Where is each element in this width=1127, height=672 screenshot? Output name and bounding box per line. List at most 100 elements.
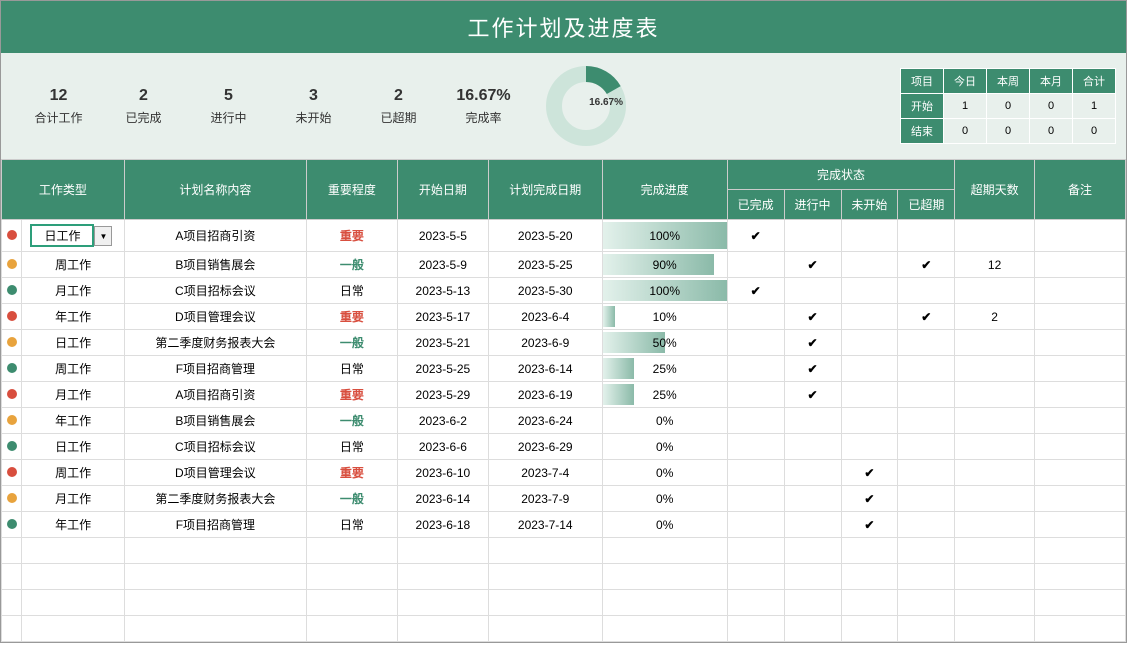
overdue-days-cell[interactable] [955, 512, 1035, 538]
start-date-cell[interactable]: 2023-5-21 [397, 330, 488, 356]
empty-cell[interactable] [397, 538, 488, 564]
status-od-cell[interactable] [898, 408, 955, 434]
work-type-cell[interactable]: 年工作 [22, 408, 124, 434]
start-date-cell[interactable]: 2023-5-5 [397, 220, 488, 252]
importance-cell[interactable]: 日常 [306, 434, 397, 460]
status-ns-cell[interactable]: ✔ [841, 512, 898, 538]
empty-cell[interactable] [2, 616, 22, 642]
overdue-days-cell[interactable] [955, 356, 1035, 382]
progress-cell[interactable]: 100% [602, 220, 727, 252]
table-row[interactable]: 年工作B项目销售展会一般2023-6-22023-6-240% [2, 408, 1126, 434]
work-type-cell[interactable]: 月工作 [22, 382, 124, 408]
priority-dot-cell[interactable] [2, 460, 22, 486]
overdue-days-cell[interactable] [955, 330, 1035, 356]
empty-cell[interactable] [306, 538, 397, 564]
priority-dot-cell[interactable] [2, 512, 22, 538]
empty-cell[interactable] [22, 564, 124, 590]
end-date-cell[interactable]: 2023-6-14 [488, 356, 602, 382]
empty-cell[interactable] [306, 616, 397, 642]
empty-cell[interactable] [955, 538, 1035, 564]
empty-cell[interactable] [488, 590, 602, 616]
work-type-cell[interactable]: 月工作 [22, 486, 124, 512]
status-ns-cell[interactable] [841, 356, 898, 382]
empty-cell[interactable] [2, 590, 22, 616]
remark-cell[interactable] [1034, 486, 1125, 512]
remark-cell[interactable] [1034, 278, 1125, 304]
status-done-cell[interactable] [727, 252, 784, 278]
plan-name-cell[interactable]: B项目销售展会 [124, 252, 306, 278]
status-ns-cell[interactable] [841, 304, 898, 330]
empty-cell[interactable] [397, 590, 488, 616]
overdue-days-cell[interactable] [955, 278, 1035, 304]
empty-cell[interactable] [841, 590, 898, 616]
table-row[interactable]: 周工作F项目招商管理日常2023-5-252023-6-1425%✔ [2, 356, 1126, 382]
table-row-empty[interactable] [2, 538, 1126, 564]
start-date-cell[interactable]: 2023-5-9 [397, 252, 488, 278]
col-status-done[interactable]: 已完成 [727, 190, 784, 220]
end-date-cell[interactable]: 2023-6-19 [488, 382, 602, 408]
col-remark[interactable]: 备注 [1034, 160, 1125, 220]
selected-cell[interactable]: 日工作▼ [30, 224, 94, 247]
importance-cell[interactable]: 重要 [306, 304, 397, 330]
status-doing-cell[interactable] [784, 512, 841, 538]
work-type-cell[interactable]: 周工作 [22, 356, 124, 382]
overdue-days-cell[interactable]: 2 [955, 304, 1035, 330]
empty-cell[interactable] [22, 616, 124, 642]
status-od-cell[interactable] [898, 434, 955, 460]
status-doing-cell[interactable]: ✔ [784, 382, 841, 408]
status-doing-cell[interactable] [784, 408, 841, 434]
table-row[interactable]: 年工作F项目招商管理日常2023-6-182023-7-140%✔ [2, 512, 1126, 538]
table-row[interactable]: 周工作B项目销售展会一般2023-5-92023-5-2590%✔✔12 [2, 252, 1126, 278]
empty-cell[interactable] [841, 564, 898, 590]
table-row[interactable]: 周工作D项目管理会议重要2023-6-102023-7-40%✔ [2, 460, 1126, 486]
col-overdue-days[interactable]: 超期天数 [955, 160, 1035, 220]
status-done-cell[interactable] [727, 330, 784, 356]
col-work-type[interactable]: 工作类型 [2, 160, 125, 220]
col-plan-end[interactable]: 计划完成日期 [488, 160, 602, 220]
empty-cell[interactable] [784, 538, 841, 564]
status-done-cell[interactable]: ✔ [727, 278, 784, 304]
overdue-days-cell[interactable] [955, 486, 1035, 512]
status-ns-cell[interactable] [841, 382, 898, 408]
status-od-cell[interactable] [898, 382, 955, 408]
status-od-cell[interactable] [898, 220, 955, 252]
progress-cell[interactable]: 25% [602, 356, 727, 382]
priority-dot-cell[interactable] [2, 486, 22, 512]
empty-cell[interactable] [1034, 538, 1125, 564]
start-date-cell[interactable]: 2023-6-14 [397, 486, 488, 512]
priority-dot-cell[interactable] [2, 434, 22, 460]
status-doing-cell[interactable]: ✔ [784, 330, 841, 356]
col-status-doing[interactable]: 进行中 [784, 190, 841, 220]
status-od-cell[interactable] [898, 356, 955, 382]
status-od-cell[interactable] [898, 486, 955, 512]
empty-cell[interactable] [727, 564, 784, 590]
overdue-days-cell[interactable] [955, 220, 1035, 252]
status-od-cell[interactable] [898, 278, 955, 304]
end-date-cell[interactable]: 2023-5-30 [488, 278, 602, 304]
empty-cell[interactable] [1034, 590, 1125, 616]
progress-cell[interactable]: 0% [602, 434, 727, 460]
empty-cell[interactable] [124, 590, 306, 616]
remark-cell[interactable] [1034, 460, 1125, 486]
plan-name-cell[interactable]: B项目销售展会 [124, 408, 306, 434]
progress-cell[interactable]: 0% [602, 486, 727, 512]
progress-cell[interactable]: 25% [602, 382, 727, 408]
empty-cell[interactable] [602, 590, 727, 616]
importance-cell[interactable]: 日常 [306, 356, 397, 382]
start-date-cell[interactable]: 2023-5-13 [397, 278, 488, 304]
col-plan-name[interactable]: 计划名称内容 [124, 160, 306, 220]
table-row[interactable]: 日工作C项目招标会议日常2023-6-62023-6-290% [2, 434, 1126, 460]
plan-name-cell[interactable]: D项目管理会议 [124, 304, 306, 330]
status-ns-cell[interactable] [841, 252, 898, 278]
empty-cell[interactable] [784, 616, 841, 642]
importance-cell[interactable]: 一般 [306, 486, 397, 512]
priority-dot-cell[interactable] [2, 330, 22, 356]
importance-cell[interactable]: 一般 [306, 252, 397, 278]
end-date-cell[interactable]: 2023-6-24 [488, 408, 602, 434]
empty-cell[interactable] [898, 564, 955, 590]
empty-cell[interactable] [602, 616, 727, 642]
status-done-cell[interactable] [727, 382, 784, 408]
col-status-overdue[interactable]: 已超期 [898, 190, 955, 220]
empty-cell[interactable] [22, 538, 124, 564]
empty-cell[interactable] [841, 616, 898, 642]
